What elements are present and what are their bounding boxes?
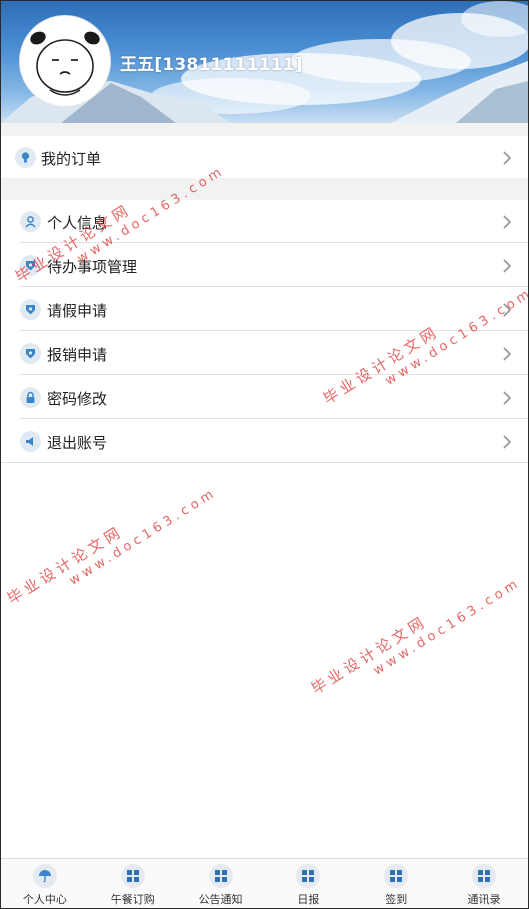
chevron-right-icon [503,215,512,229]
grid-icon [120,864,145,888]
profile-header: 王五[13811111111] [1,1,528,123]
menu-item-label: 退出账号 [47,434,108,452]
menu-item-label: 密码修改 [47,390,108,408]
badge-icon [20,255,41,276]
speaker-icon [20,431,41,452]
menu-item-change-password[interactable]: 密码修改 [1,376,528,419]
chevron-right-icon [503,303,512,317]
menu-item-profile-info[interactable]: 个人信息 [1,200,528,243]
tab-label: 日报 [297,893,320,906]
avatar[interactable] [19,15,111,107]
menu-item-label: 请假申请 [47,302,108,320]
my-orders-row[interactable]: 我的订单 [1,136,528,179]
divider [1,462,528,463]
user-icon [20,211,41,232]
grid-icon [384,864,409,888]
chevron-right-icon [503,259,512,273]
avatar-face-icon [30,31,100,96]
menu-item-label: 待办事项管理 [47,258,138,276]
watermark: 毕业设计论文网 www.doc163.com [308,575,524,698]
tab-contacts[interactable]: 通讯录 [440,859,528,908]
menu-item-todo-management[interactable]: 待办事项管理 [1,244,528,287]
divider [19,286,528,287]
lock-icon [20,387,41,408]
divider [19,418,528,419]
menu-item-leave-request[interactable]: 请假申请 [1,288,528,331]
tab-lunch-order[interactable]: 午餐订购 [89,859,177,908]
watermark: 毕业设计论文网 www.doc163.com [4,485,220,608]
divider [19,330,528,331]
umbrella-icon [32,864,57,888]
lightbulb-icon [15,147,36,168]
tab-check-in[interactable]: 签到 [352,859,440,908]
tab-daily-report[interactable]: 日报 [264,859,352,908]
app-screen: 王五[13811111111] 我的订单 个人信息 待办事项管理 请假申请 报销… [0,0,529,909]
divider [19,242,528,243]
chevron-right-icon [503,435,512,449]
menu-item-label: 报销申请 [47,346,108,364]
section-gap [1,178,528,200]
section-gap [1,123,528,136]
tab-label: 公告通知 [198,893,243,906]
tab-announcements[interactable]: 公告通知 [177,859,265,908]
user-name: 王五[13811111111] [120,55,303,75]
grid-icon [472,864,497,888]
tab-label: 签到 [385,893,408,906]
badge-icon [20,299,41,320]
my-orders-label: 我的订单 [41,150,102,168]
chevron-right-icon [503,151,512,165]
bottom-nav: 个人中心 午餐订购 公告通知 日报 签到 通讯录 [1,858,528,908]
tab-label: 个人中心 [22,893,67,906]
chevron-right-icon [503,391,512,405]
menu-item-expense-request[interactable]: 报销申请 [1,332,528,375]
tab-label: 午餐订购 [110,893,155,906]
grid-icon [208,864,233,888]
tab-label: 通讯录 [467,893,501,906]
chevron-right-icon [503,347,512,361]
badge-icon [20,343,41,364]
grid-icon [296,864,321,888]
menu-item-label: 个人信息 [47,214,108,232]
tab-personal-center[interactable]: 个人中心 [1,859,89,908]
divider [19,374,528,375]
menu-item-logout[interactable]: 退出账号 [1,420,528,463]
